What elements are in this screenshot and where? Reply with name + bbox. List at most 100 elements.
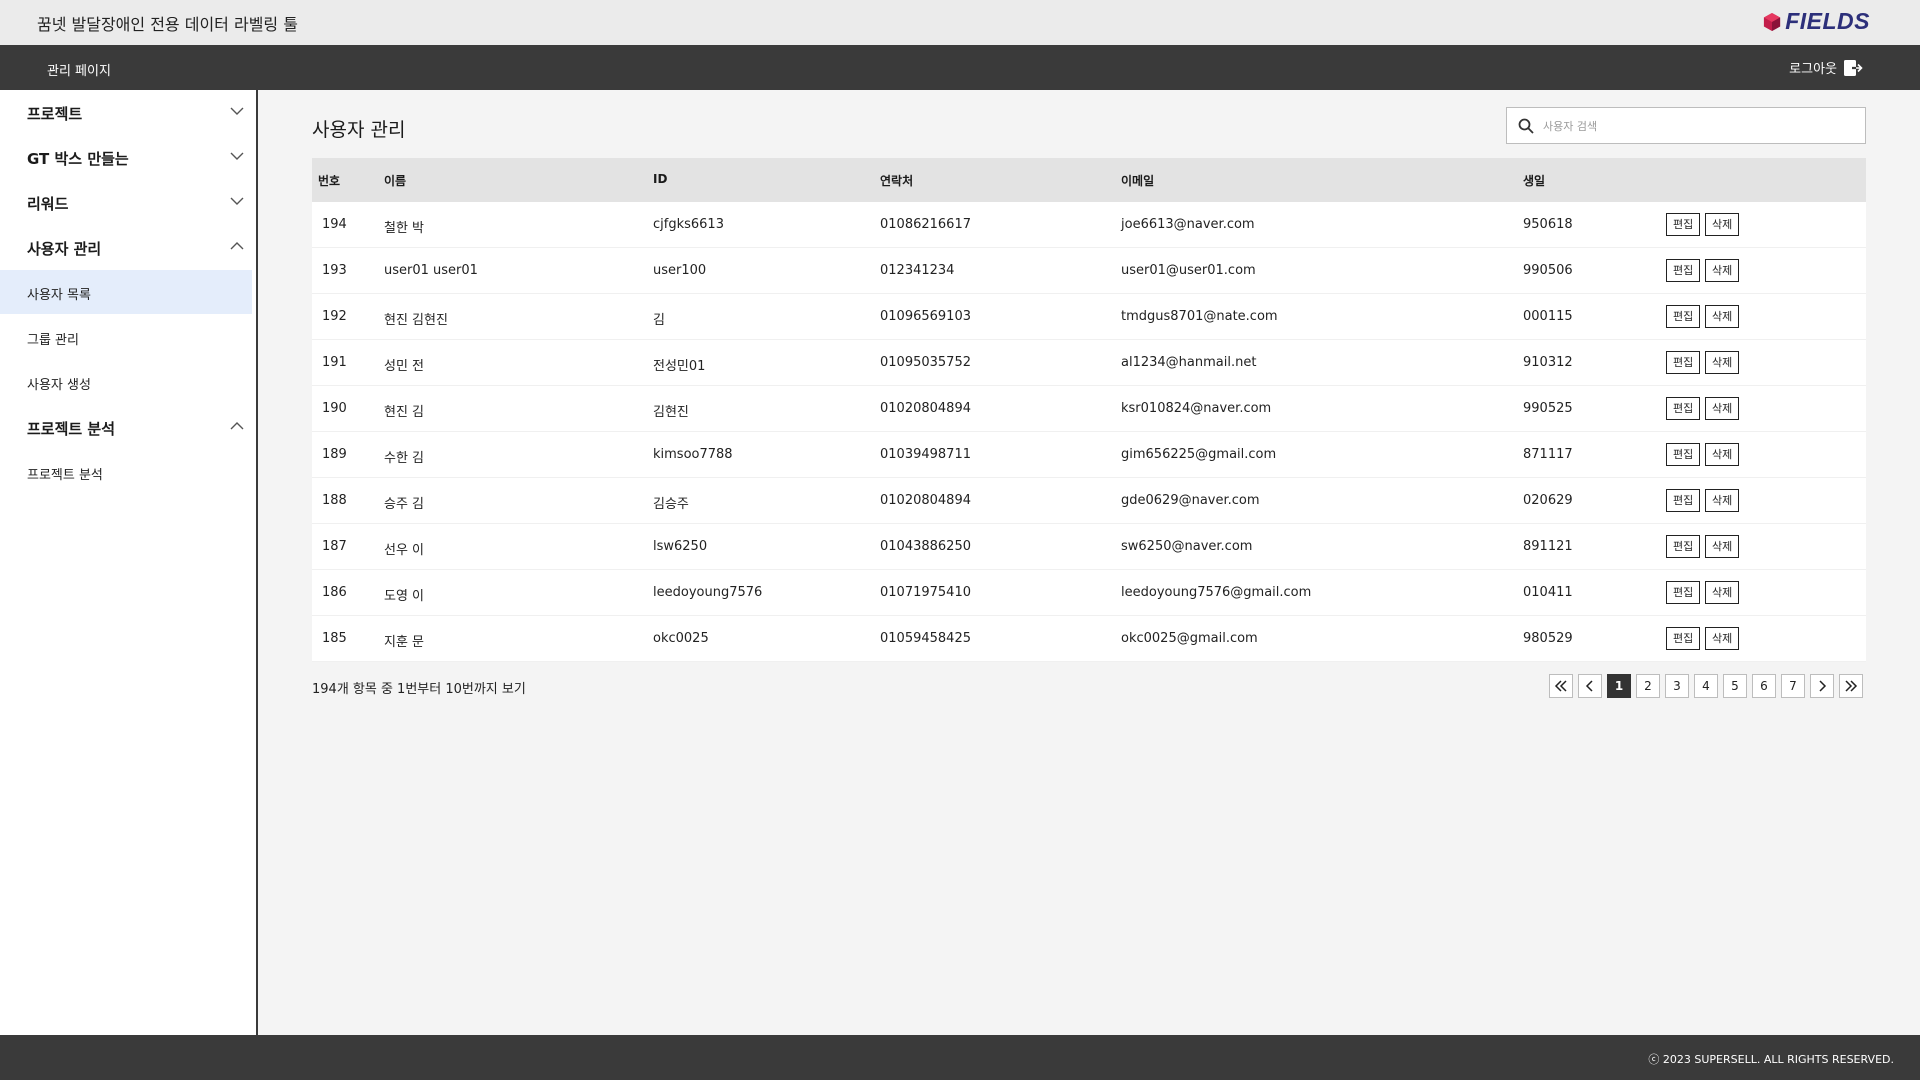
sidebar-section-user-management[interactable]: 사용자 관리 (0, 225, 256, 269)
delete-button[interactable]: 삭제 (1705, 627, 1740, 650)
pagination: 1 2 3 4 5 6 7 (1549, 674, 1863, 698)
delete-button[interactable]: 삭제 (1705, 259, 1740, 282)
delete-button[interactable]: 삭제 (1705, 535, 1740, 558)
chevron-down-icon (230, 197, 244, 205)
cell-name: 도영 이 (384, 589, 425, 604)
page-button[interactable]: 1 (1607, 674, 1631, 698)
sidebar-item-label: 프로젝트 분석 (27, 468, 103, 483)
edit-button[interactable]: 편집 (1666, 627, 1701, 650)
logout-icon (1844, 59, 1863, 76)
cell-email: tmdgus8701@nate.com (1121, 309, 1278, 324)
cell-no: 193 (322, 263, 347, 278)
logo-cube-icon (1764, 12, 1781, 31)
cell-email: user01@user01.com (1121, 263, 1256, 278)
edit-button[interactable]: 편집 (1666, 443, 1701, 466)
delete-button[interactable]: 삭제 (1705, 581, 1740, 604)
logout-button[interactable]: 로그아웃 (1789, 58, 1863, 77)
cell-name: 수한 김 (384, 451, 425, 466)
cell-phone: 01071975410 (880, 585, 971, 600)
cell-name: 현진 김현진 (384, 313, 448, 328)
cell-birthday: 910312 (1523, 355, 1573, 370)
delete-button[interactable]: 삭제 (1705, 305, 1740, 328)
cell-birthday: 000115 (1523, 309, 1573, 324)
edit-button[interactable]: 편집 (1666, 213, 1701, 236)
table-row: 189 수한 김 kimsoo7788 01039498711 gim65622… (312, 432, 1866, 478)
search-icon (1518, 118, 1534, 134)
cell-no: 187 (322, 539, 347, 554)
page-button[interactable]: 3 (1665, 674, 1689, 698)
first-page-button[interactable] (1549, 674, 1573, 698)
top-bar: 꿈넷 발달장애인 전용 데이터 라벨링 툴 FIELDS (0, 0, 1920, 45)
delete-button[interactable]: 삭제 (1705, 213, 1740, 236)
edit-button[interactable]: 편집 (1666, 351, 1701, 374)
edit-button[interactable]: 편집 (1666, 535, 1701, 558)
cell-id: 김승주 (653, 497, 689, 512)
table-row: 191 성민 전 전성민01 01095035752 al1234@hanmai… (312, 340, 1866, 386)
table-row: 187 선우 이 lsw6250 01043886250 sw6250@nave… (312, 524, 1866, 570)
sidebar-section-project[interactable]: 프로젝트 (0, 90, 256, 134)
sidebar-section-reward[interactable]: 리워드 (0, 180, 256, 224)
chevron-right-icon (1819, 680, 1827, 692)
last-page-button[interactable] (1839, 674, 1863, 698)
nav-title: 관리 페이지 (47, 64, 111, 79)
table-row: 194 철한 박 cjfgks6613 01086216617 joe6613@… (312, 202, 1866, 248)
footer: ⓒ 2023 SUPERSELL. ALL RIGHTS RESERVED. (0, 1035, 1920, 1080)
chevron-up-icon (230, 422, 244, 430)
page-button[interactable]: 4 (1694, 674, 1718, 698)
edit-button[interactable]: 편집 (1666, 489, 1701, 512)
page-button[interactable]: 5 (1723, 674, 1747, 698)
page-button[interactable]: 7 (1781, 674, 1805, 698)
edit-button[interactable]: 편집 (1666, 305, 1701, 328)
page-button[interactable]: 6 (1752, 674, 1776, 698)
sidebar-item-create-user[interactable]: 사용자 생성 (0, 360, 252, 404)
cell-no: 192 (322, 309, 347, 324)
delete-button[interactable]: 삭제 (1705, 397, 1740, 420)
cell-no: 188 (322, 493, 347, 508)
cell-phone: 01096569103 (880, 309, 971, 324)
sidebar-section-gt-box[interactable]: GT 박스 만들는 (0, 135, 256, 179)
search-input[interactable] (1543, 114, 1853, 138)
cell-name: 지훈 문 (384, 635, 425, 650)
cell-phone: 012341234 (880, 263, 955, 278)
cell-birthday: 950618 (1523, 217, 1573, 232)
delete-button[interactable]: 삭제 (1705, 489, 1740, 512)
double-chevron-left-icon (1554, 680, 1567, 692)
cell-no: 191 (322, 355, 347, 370)
edit-button[interactable]: 편집 (1666, 259, 1701, 282)
cell-phone: 01020804894 (880, 493, 971, 508)
table-row: 188 승주 김 김승주 01020804894 gde0629@naver.c… (312, 478, 1866, 524)
cell-birthday: 990525 (1523, 401, 1573, 416)
sidebar-item-project-analysis[interactable]: 프로젝트 분석 (0, 450, 252, 494)
sidebar-section-project-analysis[interactable]: 프로젝트 분석 (0, 405, 256, 449)
page-button[interactable]: 2 (1636, 674, 1660, 698)
cell-birthday: 010411 (1523, 585, 1573, 600)
cell-phone: 01059458425 (880, 631, 971, 646)
edit-button[interactable]: 편집 (1666, 397, 1701, 420)
sidebar-item-user-list[interactable]: 사용자 목록 (0, 270, 252, 314)
edit-button[interactable]: 편집 (1666, 581, 1701, 604)
sidebar-item-group-management[interactable]: 그룹 관리 (0, 315, 252, 359)
cell-email: gim656225@gmail.com (1121, 447, 1277, 462)
cell-id: lsw6250 (653, 539, 708, 554)
next-page-button[interactable] (1810, 674, 1834, 698)
cell-birthday: 871117 (1523, 447, 1573, 462)
cell-name: 현진 김 (384, 405, 425, 420)
fields-logo[interactable]: FIELDS (1763, 8, 1870, 35)
table-summary: 194개 항목 중 1번부터 10번까지 보기 (312, 682, 526, 697)
delete-button[interactable]: 삭제 (1705, 443, 1740, 466)
copyright-text: ⓒ 2023 SUPERSELL. ALL RIGHTS RESERVED. (1648, 1053, 1894, 1066)
delete-button[interactable]: 삭제 (1705, 351, 1740, 374)
cell-id: 김 (653, 313, 665, 328)
chevron-down-icon (230, 107, 244, 115)
sidebar-item-label: 그룹 관리 (27, 333, 79, 348)
cell-birthday: 891121 (1523, 539, 1573, 554)
cell-no: 190 (322, 401, 347, 416)
logo-text: FIELDS (1785, 8, 1870, 34)
page-title: 사용자 관리 (312, 119, 406, 141)
sidebar-section-label: 프로젝트 (27, 105, 83, 123)
cell-email: joe6613@naver.com (1121, 217, 1255, 232)
chevron-left-icon (1585, 680, 1593, 692)
prev-page-button[interactable] (1578, 674, 1602, 698)
sidebar-section-label: 리워드 (27, 195, 69, 213)
cell-email: al1234@hanmail.net (1121, 355, 1257, 370)
